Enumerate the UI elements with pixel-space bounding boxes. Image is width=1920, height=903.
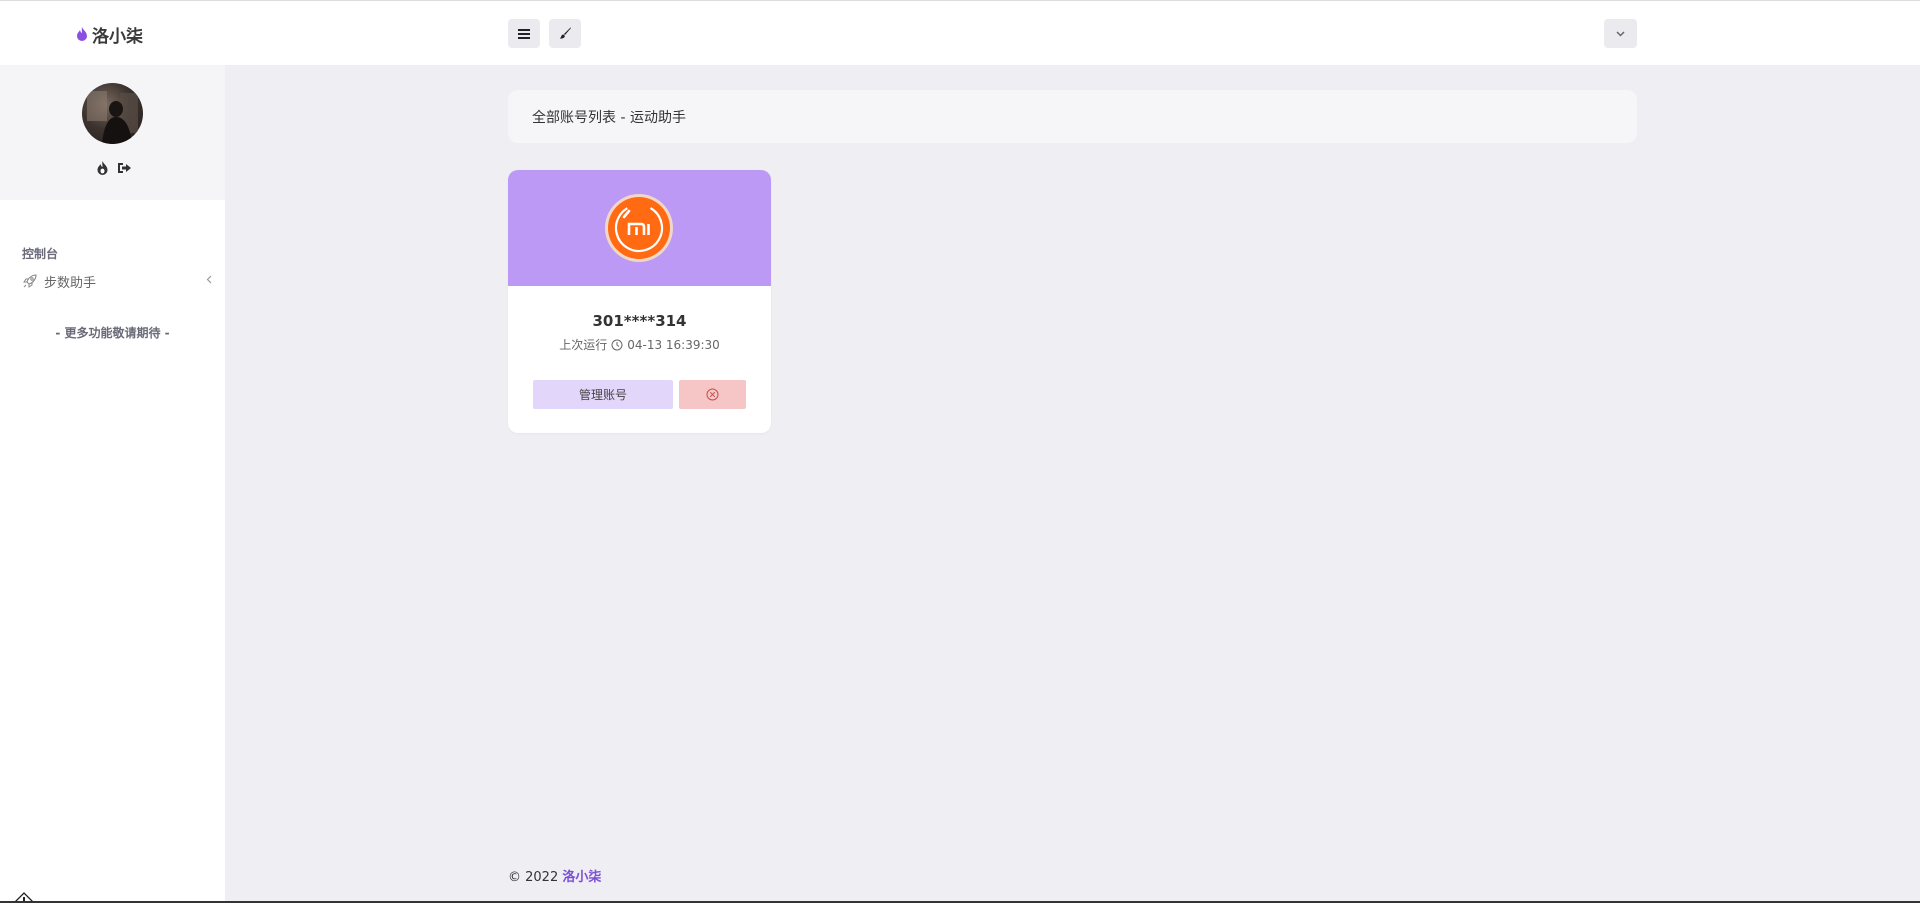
sidebar-item-step-assistant[interactable]: 步数助手 [22,268,212,294]
page-title: 全部账号列表 - 运动助手 [532,109,686,126]
rocket-icon [23,274,37,288]
section-title-console: 控制台 [22,247,59,261]
last-run-info: 上次运行 04-13 16:39:30 [508,336,771,353]
footer-brand-link[interactable]: 洛小柒 [562,870,601,885]
mi-logo [605,194,673,262]
menu-toggle-button[interactable] [508,19,540,48]
theme-button[interactable] [549,19,581,48]
card-header [508,170,771,286]
last-run-label: 上次运行 [559,338,608,352]
sidebar-item-label: 步数助手 [44,275,97,291]
manage-account-button[interactable]: 管理账号 [533,380,673,409]
last-run-time: 04-13 16:39:30 [627,337,720,352]
paintbrush-icon [559,27,571,39]
avatar-image [87,91,138,144]
copyright-text: © 2022 [508,870,559,885]
close-circle-icon [706,388,719,401]
brand-name: 洛小柒 [92,26,143,47]
chevron-left-icon [206,275,212,284]
flame-icon[interactable] [97,161,108,175]
delete-account-button[interactable] [679,380,746,409]
breadcrumb: 全部账号列表 - 运动助手 [508,90,1637,143]
mi-icon [614,203,664,253]
account-card: 301****314 上次运行 04-13 16:39:30 管理账号 [508,170,771,433]
hamburger-icon [518,28,530,39]
clock-icon [611,339,623,350]
avatar[interactable] [82,83,143,144]
logout-icon[interactable] [118,162,132,174]
footer: © 2022 洛小柒 [508,866,601,885]
brand-logo[interactable]: 洛小柒 [76,21,143,47]
more-features-note: - 更多功能敬请期待 - [55,326,170,340]
sidebar: 控制台 步数助手 - 更多功能敬请期待 - [0,65,225,903]
account-id: 301****314 [592,312,687,330]
user-dropdown-button[interactable] [1604,19,1637,48]
chevron-down-icon [1616,30,1625,37]
flame-icon [77,27,87,41]
profile-panel [0,65,225,200]
top-header: 洛小柒 [0,0,1920,65]
